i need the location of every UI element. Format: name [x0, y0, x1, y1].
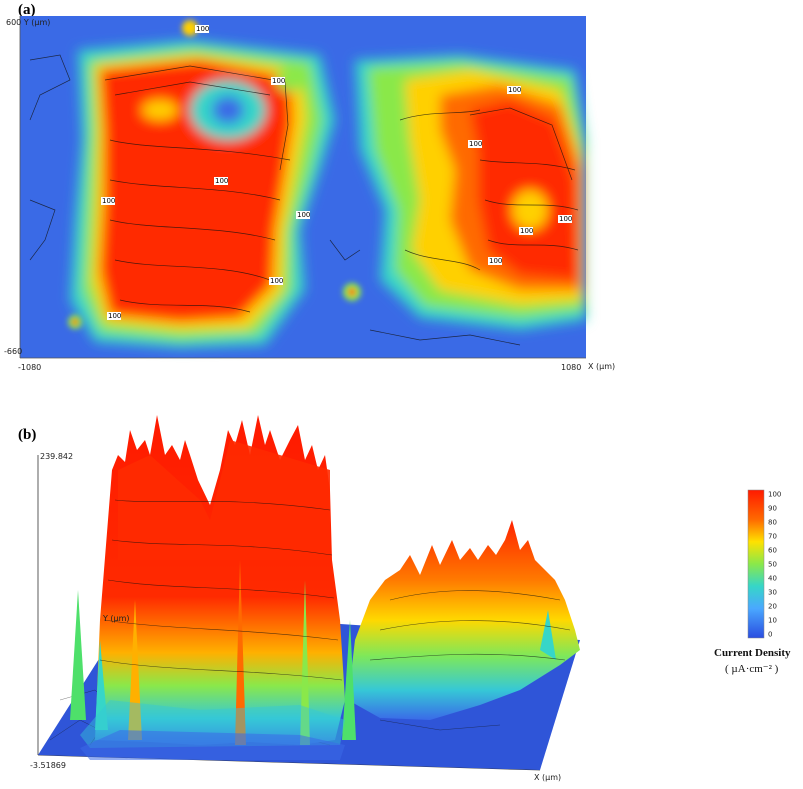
contour-label: 100 [215, 177, 228, 185]
colorbar-scale [747, 489, 765, 639]
b-x-axis-label: X (µm) [534, 773, 562, 782]
contour-label: 100 [508, 86, 521, 94]
heatmap-a: 100 100 100 100 100 100 100 100 100 100 … [19, 16, 586, 359]
colorbar-tick-label: 0 [768, 631, 772, 639]
colorbar: 1009080706050403020100 [747, 489, 781, 639]
colorbar-tick-label: 50 [768, 561, 777, 569]
colorbar-ticks: 1009080706050403020100 [768, 491, 781, 639]
contour-label: 100 [102, 197, 115, 205]
contour-label: 100 [270, 277, 283, 285]
colorbar-tick-label: 60 [768, 547, 777, 555]
a-y-max-label: 600 Y (µm) [6, 18, 51, 27]
figure-canvas: 100 100 100 100 100 100 100 100 100 100 … [19, 16, 781, 771]
b-z-max-label: 239.842 [40, 452, 74, 461]
contour-label: 100 [297, 211, 310, 219]
colorbar-tick-label: 70 [768, 533, 777, 541]
contour-label: 100 [520, 227, 533, 235]
colorbar-unit: ( µA·cm⁻² ) [725, 663, 779, 675]
a-x-axis-label: X (µm) [588, 362, 616, 371]
a-x-min-label: -1080 [18, 363, 42, 372]
a-y-min-label: -660 [4, 347, 23, 356]
b-y-axis-label: Y (µm) [103, 614, 130, 623]
contour-label: 100 [469, 140, 482, 148]
colorbar-tick-label: 10 [768, 617, 777, 625]
contour-label: 100 [196, 25, 209, 33]
colorbar-tick-label: 30 [768, 589, 777, 597]
contour-label: 100 [489, 257, 502, 265]
colorbar-tick-label: 40 [768, 575, 777, 583]
heatmap-left-region [70, 40, 335, 348]
heatmap-right-region [355, 55, 586, 330]
b-z-min-label: -3.51869 [30, 761, 66, 770]
colorbar-title: Current Density [714, 647, 791, 659]
contour-label: 100 [272, 77, 285, 85]
panel-b-label: (b) [18, 427, 37, 443]
colorbar-tick-label: 90 [768, 505, 777, 513]
a-x-max-label: 1080 [561, 363, 582, 372]
contour-label: 100 [108, 312, 121, 320]
colorbar-tick-label: 100 [768, 491, 781, 499]
contour-label: 100 [559, 215, 572, 223]
colorbar-tick-label: 20 [768, 603, 777, 611]
surface-b [37, 415, 580, 771]
colorbar-tick-label: 80 [768, 519, 777, 527]
